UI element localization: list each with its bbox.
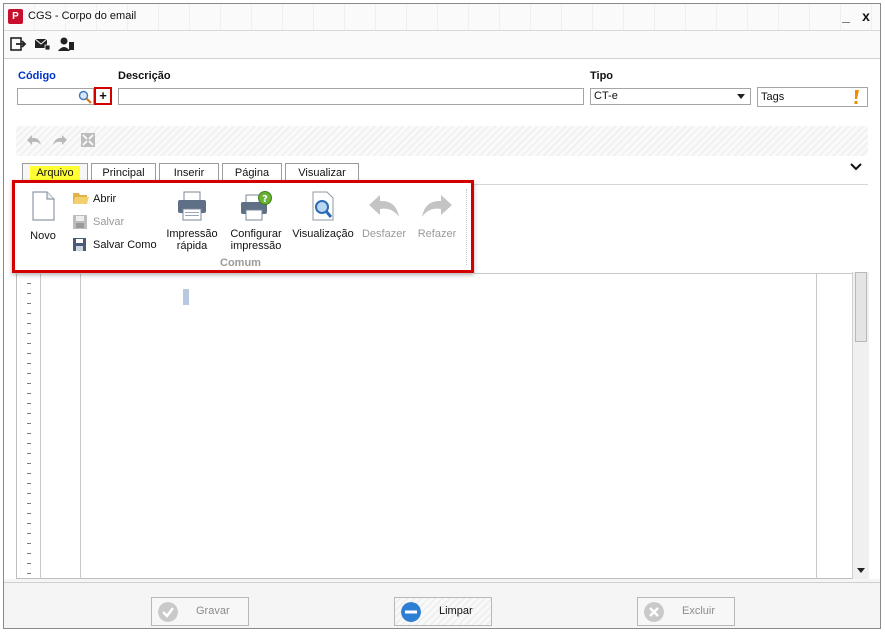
desfazer-label: Desfazer (361, 228, 407, 240)
window-title: CGS - Corpo do email (28, 10, 137, 22)
visualizacao-button[interactable]: Visualização (291, 191, 355, 240)
codigo-label: Código (18, 70, 56, 82)
redo-icon[interactable] (52, 133, 68, 147)
configurar-impressao-button[interactable]: ? Configurar impressão (225, 191, 287, 252)
group-separator (466, 189, 467, 265)
salvar-como-label: Salvar Como (93, 239, 157, 251)
impressao-rapida-label-1: Impressão (166, 228, 218, 240)
desfazer-button[interactable]: Desfazer (359, 191, 409, 240)
email-config-icon[interactable] (34, 36, 51, 52)
delete-icon (644, 602, 664, 622)
visualizacao-label: Visualização (292, 228, 354, 240)
chevron-down-icon[interactable] (737, 94, 745, 100)
right-margin-area (816, 274, 853, 579)
editor-quick-toolbar (16, 126, 868, 156)
salvar-label: Salvar (93, 216, 125, 228)
vertical-ruler (16, 274, 41, 579)
printer-icon (178, 191, 206, 221)
new-document-icon (32, 191, 55, 221)
novo-button[interactable]: Novo (21, 191, 65, 242)
toolbar (4, 31, 880, 59)
document-editor[interactable] (16, 274, 868, 579)
text-cursor (183, 289, 189, 305)
add-button[interactable]: + (94, 87, 112, 105)
check-icon (158, 602, 178, 622)
vertical-scrollbar[interactable] (852, 272, 869, 579)
impressao-rapida-button[interactable]: Impressão rápida (163, 191, 221, 252)
refazer-button[interactable]: Refazer (413, 191, 461, 240)
left-margin-area (40, 274, 81, 579)
descricao-label: Descrição (118, 70, 171, 82)
title-bar: P CGS - Corpo do email _ x (4, 4, 880, 31)
comum-group-label: Comum (220, 257, 261, 269)
scroll-down-icon[interactable] (857, 568, 865, 574)
tipo-label: Tipo (590, 70, 614, 82)
undo-large-icon (369, 195, 399, 217)
main-window: P CGS - Corpo do email _ x Código Descri… (3, 3, 881, 629)
excluir-label: Excluir (682, 605, 716, 617)
warning-icon (854, 90, 859, 104)
close-button[interactable]: x (858, 7, 874, 25)
tipo-select[interactable]: CT-e (590, 88, 751, 105)
impressao-rapida-label-2: rápida (176, 240, 208, 252)
undo-icon[interactable] (26, 133, 42, 147)
fullscreen-icon[interactable] (80, 132, 96, 148)
gravar-button[interactable]: Gravar (151, 597, 249, 626)
refazer-label: Refazer (417, 228, 457, 240)
exit-icon[interactable] (10, 36, 27, 52)
excluir-button[interactable]: Excluir (637, 597, 735, 626)
folder-open-icon (73, 193, 89, 204)
descricao-input[interactable] (118, 88, 584, 105)
ribbon-arquivo-panel: Novo Abrir Salvar Salvar Como Impressão … (12, 180, 474, 273)
limpar-button[interactable]: Limpar (394, 597, 492, 626)
user-icon[interactable] (58, 36, 75, 52)
svg-text:?: ? (262, 194, 268, 205)
clear-icon (401, 602, 421, 622)
print-preview-icon (312, 191, 334, 221)
configurar-label-1: Configurar (230, 228, 282, 240)
tab-arquivo-label: Arquivo (30, 166, 80, 180)
redo-large-icon (422, 195, 452, 217)
minimize-button[interactable]: _ (838, 7, 854, 25)
gravar-label: Gravar (196, 605, 230, 617)
tags-label: Tags (761, 91, 785, 103)
app-logo-icon: P (8, 9, 23, 24)
abrir-label: Abrir (93, 193, 117, 205)
limpar-label: Limpar (439, 605, 473, 617)
bottom-action-bar: Gravar Limpar Excluir (4, 582, 880, 628)
scrollbar-thumb[interactable] (855, 272, 867, 342)
ribbon-background (474, 184, 868, 274)
save-icon (73, 215, 87, 229)
novo-label: Novo (30, 230, 56, 242)
search-icon[interactable] (78, 90, 92, 104)
save-as-icon (73, 238, 86, 251)
configurar-label-2: impressão (230, 240, 282, 252)
collapse-ribbon-icon[interactable] (850, 163, 862, 172)
printer-settings-icon: ? (241, 191, 272, 221)
tipo-select-value: CT-e (594, 90, 618, 102)
